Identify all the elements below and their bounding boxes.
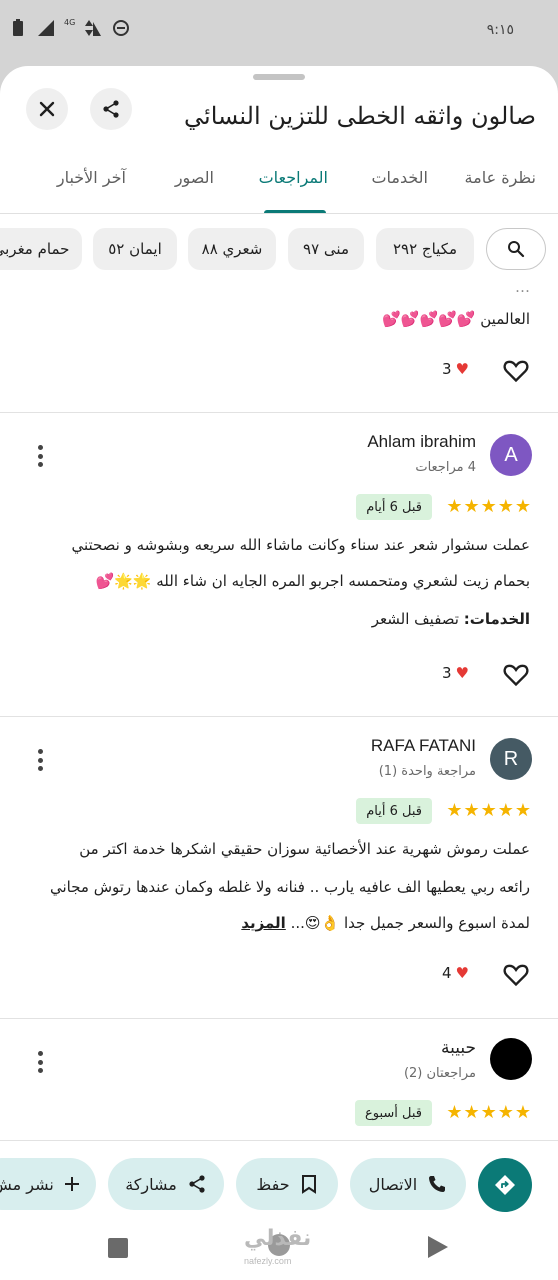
active-tab-indicator bbox=[264, 210, 326, 213]
reviewer-review-count: 4 مراجعات bbox=[415, 460, 476, 475]
reviewer-name[interactable]: حبيبة bbox=[441, 1038, 476, 1058]
save-button[interactable]: حفظ bbox=[236, 1158, 338, 1210]
review-text-fragment: لمدة اسبوع والسعر جميل جدا 👌😍... bbox=[290, 914, 530, 932]
avatar-letter: A bbox=[504, 443, 518, 466]
phone-icon bbox=[429, 1176, 446, 1192]
do-not-disturb-icon bbox=[113, 20, 130, 36]
review-time-badge: قبل أسبوع bbox=[354, 1100, 432, 1126]
tab-overview[interactable]: نظرة عامة bbox=[465, 168, 536, 187]
tab-reviews[interactable]: المراجعات bbox=[259, 168, 328, 187]
review-text-line: رائعه ربي يعطيها الف عافيه يارب .. فنانه… bbox=[49, 878, 530, 896]
chip-moroccan-bath[interactable]: حمام مغربي bbox=[0, 228, 82, 270]
tab-photos[interactable]: الصور bbox=[175, 168, 214, 187]
divider bbox=[0, 412, 558, 413]
review-text-line: لمدة اسبوع والسعر جميل جدا 👌😍... المزيد bbox=[241, 914, 530, 932]
chip-eman[interactable]: ايمان ٥٢ bbox=[93, 228, 177, 270]
watermark-logo: نفذلي bbox=[244, 1226, 312, 1251]
share-icon bbox=[103, 100, 119, 118]
divider bbox=[0, 716, 558, 717]
close-icon bbox=[39, 101, 55, 117]
heart-icon: ♥ bbox=[455, 360, 469, 378]
watermark-url: nafezly.com bbox=[244, 1256, 292, 1266]
status-bar: 4G ٩:١٥ bbox=[0, 0, 558, 62]
search-reviews-button[interactable] bbox=[486, 228, 546, 270]
reviews-feed[interactable]: … العالمين 💕💕💕💕💕 3 ♥ A Ahlam ibrahim 4 مر… bbox=[0, 282, 558, 1142]
services-value: تصفيف الشعر bbox=[371, 610, 459, 628]
rating-stars: ★★★★★ bbox=[446, 496, 532, 517]
battery-icon bbox=[13, 19, 23, 36]
tab-services[interactable]: الخدمات bbox=[371, 168, 428, 187]
read-more-link[interactable]: المزيد bbox=[241, 914, 285, 932]
review-time-badge: قبل 6 أيام bbox=[356, 798, 432, 824]
chip-hair[interactable]: شعري ٨٨ bbox=[188, 228, 276, 270]
heart-icon: ♥ bbox=[455, 964, 469, 982]
back-button[interactable] bbox=[428, 1236, 448, 1258]
reviewer-name[interactable]: Ahlam ibrahim bbox=[367, 432, 476, 452]
share-place-button[interactable]: مشاركة bbox=[108, 1158, 224, 1210]
avatar[interactable] bbox=[490, 1038, 532, 1080]
place-header: صالون واثقه الخطى للتزين النسائي bbox=[0, 86, 558, 156]
reviewer-review-count: مراجعة واحدة (1) bbox=[378, 764, 476, 779]
partial-text-fragment: … bbox=[515, 282, 530, 296]
like-button[interactable] bbox=[502, 660, 530, 688]
share-button[interactable] bbox=[90, 88, 132, 130]
directions-button[interactable] bbox=[478, 1158, 532, 1212]
action-bar-divider bbox=[0, 1140, 558, 1141]
bookmark-icon bbox=[301, 1175, 316, 1194]
rating-stars: ★★★★★ bbox=[446, 800, 532, 821]
tab-updates[interactable]: آخر الأخبار bbox=[57, 168, 126, 187]
chip-mona[interactable]: منى ٩٧ bbox=[288, 228, 364, 270]
review-text-line: العالمين 💕💕💕💕💕 bbox=[382, 310, 530, 328]
review-text-line: عملت سشوار شعر عند سناء وكانت ماشاء الله… bbox=[71, 536, 530, 554]
review-text-line: بحمام زيت لشعري ومتحمسه اجربو المره الجا… bbox=[95, 572, 530, 590]
share-icon bbox=[189, 1175, 205, 1193]
save-label: حفظ bbox=[256, 1174, 290, 1194]
avatar-letter: R bbox=[503, 747, 519, 770]
signal-icon bbox=[38, 20, 54, 36]
review-text-line: عملت رموش شهرية عند الأخصائية سوزان حقيق… bbox=[79, 840, 530, 858]
more-options-button[interactable] bbox=[28, 1048, 52, 1076]
tab-bar: نظرة عامة الخدمات المراجعات الصور آخر ال… bbox=[0, 158, 558, 214]
avatar[interactable]: A bbox=[490, 434, 532, 476]
plus-icon bbox=[64, 1177, 79, 1191]
status-icons: 4G bbox=[8, 18, 131, 38]
share-label: مشاركة bbox=[125, 1174, 177, 1194]
like-button[interactable] bbox=[502, 356, 530, 384]
call-button[interactable]: الاتصال bbox=[350, 1158, 466, 1210]
place-title: صالون واثقه الخطى للتزين النسائي bbox=[184, 102, 536, 130]
call-label: الاتصال bbox=[368, 1174, 418, 1194]
more-options-button[interactable] bbox=[28, 442, 52, 470]
divider bbox=[0, 1018, 558, 1019]
like-count-value: 3 bbox=[442, 360, 452, 378]
like-count: 3 ♥ bbox=[442, 664, 469, 682]
more-options-button[interactable] bbox=[28, 746, 52, 774]
directions-icon bbox=[495, 1175, 515, 1195]
network-type: 4G bbox=[64, 17, 76, 27]
like-count-value: 4 bbox=[442, 964, 452, 982]
close-button[interactable] bbox=[26, 88, 68, 130]
recent-apps-button[interactable] bbox=[108, 1238, 128, 1258]
reviewer-review-count: مراجعتان (2) bbox=[403, 1066, 476, 1081]
rating-stars: ★★★★★ bbox=[446, 1102, 532, 1123]
review-time-badge: قبل 6 أيام bbox=[356, 494, 432, 520]
search-icon bbox=[508, 241, 525, 258]
avatar[interactable]: R bbox=[490, 738, 532, 780]
like-count: 4 ♥ bbox=[442, 964, 469, 982]
review-services: الخدمات: تصفيف الشعر bbox=[372, 610, 530, 628]
heart-icon: ♥ bbox=[455, 664, 469, 682]
reviewer-name[interactable]: RAFA FATANI bbox=[371, 736, 476, 756]
post-label: نشر مش bbox=[0, 1174, 54, 1194]
like-count: 3 ♥ bbox=[442, 360, 469, 378]
data-arrows-icon bbox=[85, 20, 102, 36]
status-time: ٩:١٥ bbox=[486, 22, 514, 38]
chip-makeup[interactable]: مكياج ٢٩٢ bbox=[376, 228, 474, 270]
services-label: الخدمات: bbox=[463, 610, 530, 628]
like-button[interactable] bbox=[502, 960, 530, 988]
drag-handle[interactable] bbox=[253, 74, 305, 80]
like-count-value: 3 bbox=[442, 664, 452, 682]
filter-chips: مكياج ٢٩٢ منى ٩٧ شعري ٨٨ ايمان ٥٢ حمام م… bbox=[0, 226, 558, 272]
post-button[interactable]: نشر مش bbox=[0, 1158, 96, 1210]
system-nav-bar: نفذلي nafezly.com bbox=[0, 1218, 558, 1280]
